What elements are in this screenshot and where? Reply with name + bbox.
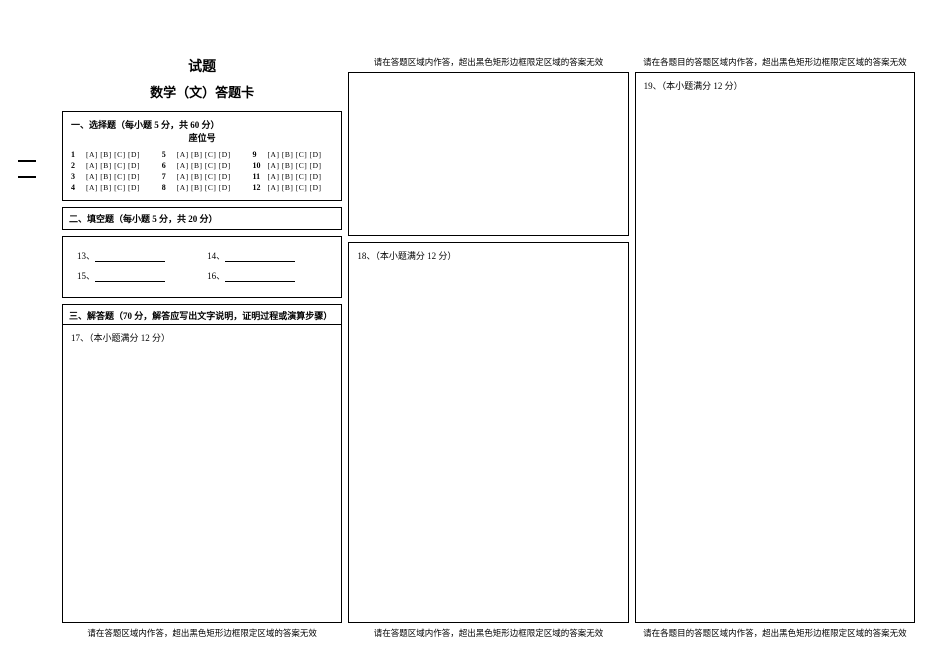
- mc-num: 11: [253, 172, 265, 181]
- header-warning: 请在各题目的答题区域内作答，超出黑色矩形边框限定区域的答案无效: [635, 56, 915, 68]
- mc-num: 3: [71, 172, 83, 181]
- mc-row[interactable]: 8[A] [B] [C] [D]: [162, 183, 243, 192]
- mc-num: 10: [253, 161, 265, 170]
- mc-opts: [A] [B] [C] [D]: [268, 183, 322, 192]
- fill-item[interactable]: 14、: [207, 247, 327, 265]
- mc-row[interactable]: 2[A] [B] [C] [D]: [71, 161, 152, 170]
- spine-tick: [18, 160, 36, 162]
- mc-row[interactable]: 10[A] [B] [C] [D]: [253, 161, 334, 170]
- mc-row[interactable]: 1[A] [B] [C] [D]: [71, 150, 152, 159]
- mc-opts: [A] [B] [C] [D]: [268, 172, 322, 181]
- footer-warning: 请在答题区域内作答，超出黑色矩形边框限定区域的答案无效: [62, 627, 342, 639]
- fill-blank[interactable]: [225, 272, 295, 282]
- mc-num: 6: [162, 161, 174, 170]
- fill-label: 14、: [207, 251, 225, 261]
- mc-opts: [A] [B] [C] [D]: [177, 150, 231, 159]
- mc-num: 9: [253, 150, 265, 159]
- mc-opts: [A] [B] [C] [D]: [86, 150, 140, 159]
- q17-answer-area[interactable]: 17、（本小题满分 12 分）: [62, 324, 342, 623]
- mc-row[interactable]: 7[A] [B] [C] [D]: [162, 172, 243, 181]
- mc-row[interactable]: 11[A] [B] [C] [D]: [253, 172, 334, 181]
- mc-num: 5: [162, 150, 174, 159]
- mc-row[interactable]: 12[A] [B] [C] [D]: [253, 183, 334, 192]
- q17-label: 17、（本小题满分 12 分）: [71, 331, 333, 344]
- mc-row[interactable]: 5[A] [B] [C] [D]: [162, 150, 243, 159]
- fill-item[interactable]: 16、: [207, 267, 327, 285]
- answer-sheet: 试题 数学（文）答题卡 一、选择题（每小题 5 分，共 60 分） 座位号 1[…: [0, 0, 945, 649]
- mc-num: 7: [162, 172, 174, 181]
- page-super-title: 试题: [62, 56, 342, 76]
- section-1-box: 一、选择题（每小题 5 分，共 60 分） 座位号 1[A] [B] [C] […: [62, 111, 342, 201]
- fill-blank[interactable]: [95, 272, 165, 282]
- fill-blank-box: 13、 14、 15、 16、: [62, 236, 342, 298]
- mc-num: 12: [253, 183, 265, 192]
- mc-opts: [A] [B] [C] [D]: [177, 183, 231, 192]
- mc-num: 2: [71, 161, 83, 170]
- footer-warning: 请在各题目的答题区域内作答，超出黑色矩形边框限定区域的答案无效: [635, 627, 915, 639]
- fill-item[interactable]: 13、: [77, 247, 197, 265]
- fill-label: 15、: [77, 271, 95, 281]
- column-1: 试题 数学（文）答题卡 一、选择题（每小题 5 分，共 60 分） 座位号 1[…: [62, 56, 342, 639]
- mc-grid: 1[A] [B] [C] [D] 5[A] [B] [C] [D] 9[A] […: [71, 150, 333, 192]
- fill-blank[interactable]: [95, 252, 165, 262]
- mc-row[interactable]: 4[A] [B] [C] [D]: [71, 183, 152, 192]
- fill-item[interactable]: 15、: [77, 267, 197, 285]
- mc-opts: [A] [B] [C] [D]: [86, 183, 140, 192]
- section-1-title: 一、选择题（每小题 5 分，共 60 分）: [71, 118, 333, 131]
- mc-num: 8: [162, 183, 174, 192]
- column-3: 请在各题目的答题区域内作答，超出黑色矩形边框限定区域的答案无效 19、（本小题满…: [635, 56, 915, 639]
- mc-opts: [A] [B] [C] [D]: [177, 161, 231, 170]
- section-2-title: 二、填空题（每小题 5 分，共 20 分）: [69, 212, 335, 225]
- q17-continued-area[interactable]: [348, 72, 628, 236]
- mc-opts: [A] [B] [C] [D]: [86, 172, 140, 181]
- footer-warning: 请在答题区域内作答，超出黑色矩形边框限定区域的答案无效: [348, 627, 628, 639]
- mc-num: 1: [71, 150, 83, 159]
- q19-label: 19、（本小题满分 12 分）: [644, 79, 906, 92]
- mc-opts: [A] [B] [C] [D]: [268, 161, 322, 170]
- mc-row[interactable]: 6[A] [B] [C] [D]: [162, 161, 243, 170]
- section-3-title: 三、解答题（70 分，解答应写出文字说明，证明过程或演算步骤）: [62, 304, 342, 324]
- seat-number-label: 座位号: [71, 131, 333, 144]
- mc-num: 4: [71, 183, 83, 192]
- mc-opts: [A] [B] [C] [D]: [177, 172, 231, 181]
- mc-opts: [A] [B] [C] [D]: [268, 150, 322, 159]
- header-warning: 请在答题区域内作答，超出黑色矩形边框限定区域的答案无效: [348, 56, 628, 68]
- page-title: 数学（文）答题卡: [62, 82, 342, 101]
- fill-label: 16、: [207, 271, 225, 281]
- q19-answer-area[interactable]: 19、（本小题满分 12 分）: [635, 72, 915, 623]
- mc-row[interactable]: 9[A] [B] [C] [D]: [253, 150, 334, 159]
- mc-row[interactable]: 3[A] [B] [C] [D]: [71, 172, 152, 181]
- fill-blank[interactable]: [225, 252, 295, 262]
- section-2-box: 二、填空题（每小题 5 分，共 20 分）: [62, 207, 342, 230]
- q18-label: 18、（本小题满分 12 分）: [357, 249, 619, 262]
- q18-answer-area[interactable]: 18、（本小题满分 12 分）: [348, 242, 628, 623]
- spine-tick: [18, 176, 36, 178]
- mc-opts: [A] [B] [C] [D]: [86, 161, 140, 170]
- fill-label: 13、: [77, 251, 95, 261]
- column-2: 请在答题区域内作答，超出黑色矩形边框限定区域的答案无效 18、（本小题满分 12…: [348, 56, 628, 639]
